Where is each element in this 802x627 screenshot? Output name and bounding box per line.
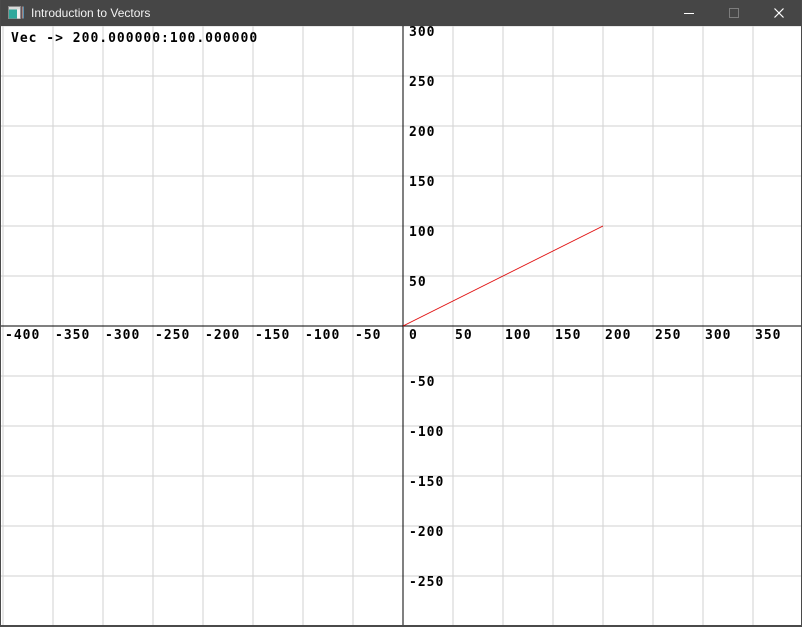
x-tick-label: -100 — [305, 330, 340, 341]
vector-readout: Vec -> 200.000000:100.000000 — [11, 31, 258, 46]
x-tick-label: 350 — [755, 330, 781, 341]
titlebar[interactable]: Introduction to Vectors — [1, 0, 801, 26]
plot-area: -400 -350 -300 -250 -200 -150 -100 -50 50 100 150 2… — [1, 26, 801, 625]
y-tick-label: 50 — [409, 277, 427, 288]
y-tick-label: 250 — [409, 77, 435, 88]
x-tick-label: -50 — [355, 330, 381, 341]
minimize-icon — [684, 13, 694, 14]
y-tick-label: -50 — [409, 377, 435, 388]
x-tick-label: -350 — [55, 330, 90, 341]
window-title: Introduction to Vectors — [31, 6, 150, 20]
y-tick-label: 100 — [409, 227, 435, 238]
x-tick-label: 150 — [555, 330, 581, 341]
x-tick-label: 100 — [505, 330, 531, 341]
plot-canvas — [1, 26, 801, 625]
x-tick-label: 300 — [705, 330, 731, 341]
app-icon — [8, 5, 24, 21]
x-tick-label: 50 — [455, 330, 473, 341]
y-tick-label: -200 — [409, 527, 444, 538]
minimize-button[interactable] — [666, 0, 711, 26]
x-tick-label: -300 — [105, 330, 140, 341]
x-tick-label: -150 — [255, 330, 290, 341]
y-tick-label: 150 — [409, 177, 435, 188]
x-tick-label: 250 — [655, 330, 681, 341]
maximize-button[interactable] — [711, 0, 756, 26]
app-window: Introduction to Vectors -400 -350 -300 -250… — [0, 0, 802, 627]
y-tick-label: 300 — [409, 27, 435, 38]
y-tick-label: -250 — [409, 577, 444, 588]
maximize-icon — [729, 8, 739, 18]
close-button[interactable] — [756, 0, 801, 26]
y-tick-label: -100 — [409, 427, 444, 438]
caption-buttons — [666, 0, 801, 26]
y-tick-label: 200 — [409, 127, 435, 138]
origin-tick-label: 0 — [409, 330, 418, 341]
x-tick-label: -400 — [5, 330, 40, 341]
x-tick-label: -200 — [205, 330, 240, 341]
x-tick-label: 200 — [605, 330, 631, 341]
y-tick-label: -150 — [409, 477, 444, 488]
x-tick-label: -250 — [155, 330, 190, 341]
close-icon — [773, 7, 785, 19]
